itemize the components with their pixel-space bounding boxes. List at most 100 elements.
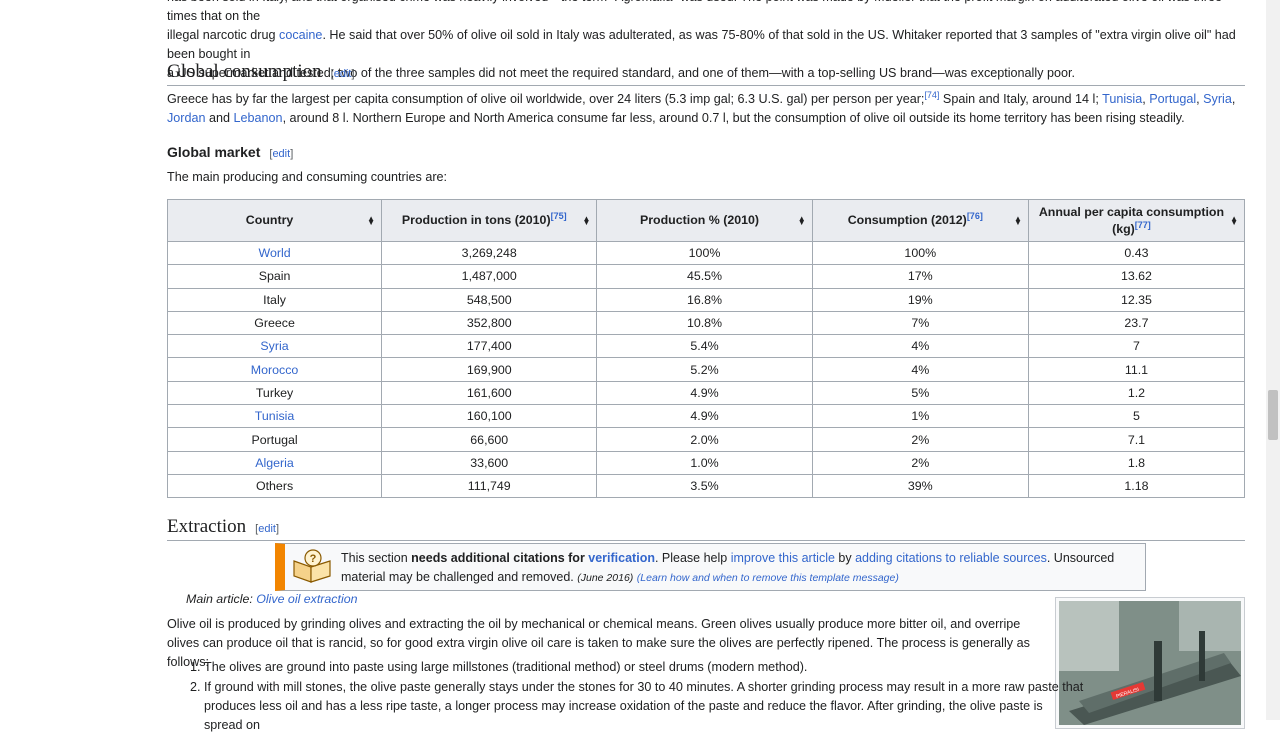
portugal-link[interactable]: Portugal (1149, 92, 1196, 106)
notice-part: This section (341, 551, 412, 565)
main-article-hatnote: Main article: Olive oil extraction (186, 592, 357, 606)
lebanon-link[interactable]: Lebanon (234, 111, 283, 125)
cell-country: Turkey (166, 380, 383, 406)
para-text: Greece has by far the largest per capita… (167, 92, 925, 106)
table-body: World 3,269,248 100% 100% 0.43 Spain 1,487,000… (166, 240, 1246, 499)
cell-consumption: 39% (811, 473, 1029, 499)
table-row: Syria 177,400 5.4% 4% 7 (166, 334, 1246, 359)
edit-link[interactable]: edit (272, 148, 290, 160)
cell-country: Algeria (166, 450, 383, 475)
cell-per-capita: 1.8 (1027, 450, 1246, 475)
sort-icon[interactable]: ▲ ▼ (1014, 214, 1022, 226)
improve-article-link[interactable]: improve this article (731, 551, 835, 565)
cell-production: 1,487,000 (381, 264, 598, 289)
country-link[interactable]: Morocco (251, 363, 299, 377)
verification-link[interactable]: verification (588, 551, 655, 565)
col-header-per-capita[interactable]: Annual per capita consumption (kg)[77] ▲ ▼ (1027, 199, 1246, 242)
cell-per-capita: 11.1 (1027, 357, 1246, 382)
cell-per-capita: 13.62 (1027, 264, 1246, 289)
country-link[interactable]: Syria (260, 339, 288, 353)
extraction-steps: The olives are ground into paste using l… (167, 658, 1084, 736)
cell-consumption: 2% (811, 427, 1029, 452)
notice-part: . Please help (654, 551, 731, 565)
col-header-consumption[interactable]: Consumption (2012)[76] ▲ ▼ (811, 199, 1029, 242)
table-row: World 3,269,248 100% 100% 0.43 (166, 240, 1246, 266)
cell-consumption: 1% (811, 404, 1029, 429)
cell-production: 3,269,248 (381, 240, 598, 266)
ref-link[interactable]: [76] (967, 211, 983, 221)
cell-per-capita: 7 (1027, 334, 1246, 359)
syria-link[interactable]: Syria (1203, 92, 1232, 106)
ref-link[interactable]: [74] (924, 90, 939, 100)
ref-link[interactable]: [77] (1135, 219, 1151, 229)
sort-icon[interactable]: ▲ ▼ (582, 214, 590, 226)
cell-country: World (166, 240, 383, 266)
cocaine-link[interactable]: cocaine (279, 28, 322, 42)
cell-consumption: 5% (811, 380, 1029, 406)
country-link[interactable]: Tunisia (255, 409, 294, 423)
country-link[interactable]: World (258, 246, 290, 260)
consumption-paragraph: Greece has by far the largest per capita… (167, 89, 1236, 125)
table-row: Morocco 169,900 5.2% 4% 11.1 (166, 357, 1246, 382)
machine-image[interactable]: PIERALISI (1059, 601, 1241, 725)
cell-consumption: 19% (811, 287, 1029, 312)
cell-country: Others (166, 473, 383, 499)
cell-pct: 2.0% (596, 427, 813, 452)
scrollbar[interactable] (1266, 0, 1280, 720)
cell-country: Tunisia (166, 404, 383, 429)
heading-extraction: Extraction [edit] (167, 516, 1245, 541)
col-header-production[interactable]: Production in tons (2010)[75] ▲ ▼ (381, 199, 598, 242)
cell-pct: 45.5% (596, 264, 813, 289)
para-line: has been sold in Italy, and that organis… (167, 0, 1222, 23)
para-text: illegal narcotic drug (167, 28, 280, 42)
notice-bold: needs additional citations for (411, 551, 589, 565)
cell-country: Spain (166, 264, 383, 289)
table-header-row: Country ▲ ▼ Production in tons (2010)[75] ▲… (166, 199, 1246, 242)
header-label: Production % (2010) (639, 213, 760, 227)
cell-pct: 5.2% (596, 357, 813, 382)
scrollbar-thumb[interactable] (1268, 390, 1278, 440)
heading-global-consumption: Global consumption [edit] (167, 61, 1245, 86)
table-row: Greece 352,800 10.8% 7% 23.7 (166, 310, 1246, 336)
market-intro: The main producing and consuming countri… (167, 170, 448, 184)
table-row: Spain 1,487,000 45.5% 17% 13.62 (166, 264, 1246, 289)
sort-icon[interactable]: ▲ ▼ (367, 214, 375, 226)
table-row: Others 111,749 3.5% 39% 1.18 (166, 473, 1246, 499)
col-header-production-pct[interactable]: Production % (2010) ▲ ▼ (596, 199, 813, 242)
adding-citations-link[interactable]: adding citations to reliable sources (855, 551, 1047, 565)
para-text: , around 8 l. Northern Europe and North … (282, 111, 1185, 125)
cell-consumption: 2% (811, 450, 1029, 475)
edit-link[interactable]: edit (334, 68, 352, 80)
tunisia-link[interactable]: Tunisia (1102, 92, 1142, 106)
olive-oil-extraction-link[interactable]: Olive oil extraction (256, 592, 357, 606)
hatnote-prefix: Main article: (186, 592, 257, 606)
cell-production: 33,600 (381, 450, 598, 475)
edit-section: [edit] (255, 523, 280, 535)
cell-country: Greece (166, 310, 383, 336)
table-row: Turkey 161,600 4.9% 5% 1.2 (166, 380, 1246, 406)
notice-part: by (834, 551, 856, 565)
col-header-country[interactable]: Country ▲ ▼ (166, 199, 383, 242)
sort-icon[interactable]: ▲ ▼ (1230, 214, 1238, 226)
learn-remove-link[interactable]: (Learn how and when to remove this templ… (637, 572, 899, 584)
cell-consumption: 7% (811, 310, 1029, 336)
table-row: Tunisia 160,100 4.9% 1% 5 (166, 404, 1246, 429)
sort-icon[interactable]: ▲ ▼ (798, 214, 806, 226)
cell-per-capita: 0.43 (1027, 240, 1246, 266)
cell-production: 177,400 (381, 334, 598, 359)
cell-per-capita: 12.35 (1027, 287, 1246, 312)
cell-pct: 5.4% (596, 334, 813, 359)
country-link[interactable]: Algeria (255, 456, 294, 470)
cell-production: 352,800 (381, 310, 598, 336)
edit-link[interactable]: edit (258, 523, 276, 535)
para-text: . He said that over 50% of olive oil sol… (167, 28, 1236, 61)
ref-link[interactable]: [75] (551, 211, 567, 221)
header-label: Production in tons (2010) (401, 213, 551, 227)
cell-per-capita: 1.2 (1027, 380, 1246, 406)
cell-consumption: 100% (811, 240, 1029, 266)
cell-pct: 1.0% (596, 450, 813, 475)
ref-74[interactable]: [74] (924, 90, 939, 100)
jordan-link[interactable]: Jordan (167, 111, 206, 125)
cell-pct: 16.8% (596, 287, 813, 312)
header-label: Annual per capita consumption (kg) (1038, 204, 1225, 236)
